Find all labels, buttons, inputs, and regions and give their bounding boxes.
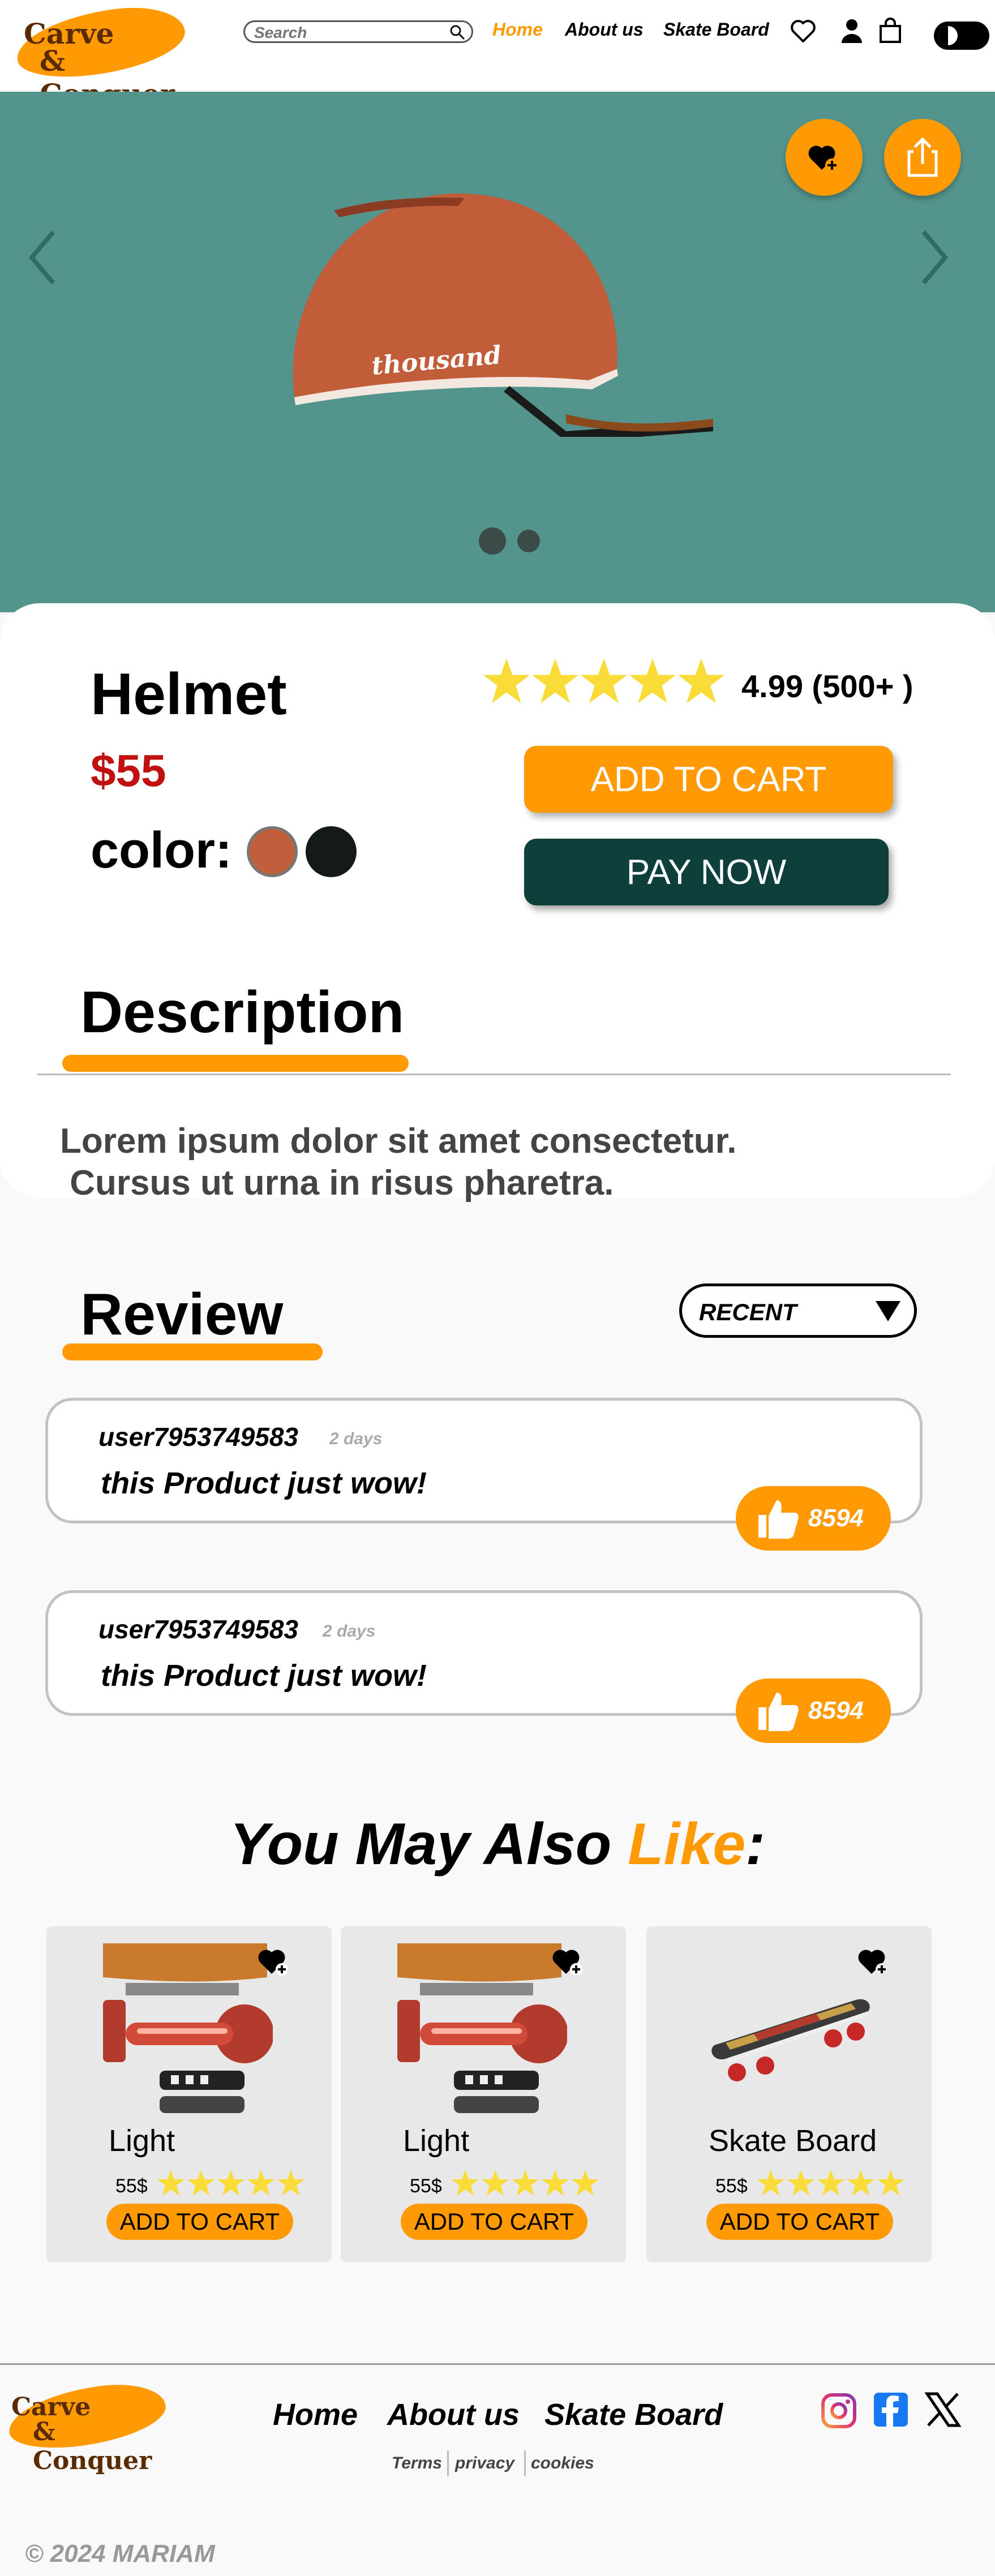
separator [524, 2450, 526, 2476]
like-button[interactable]: 8594 [736, 1486, 891, 1551]
product-card[interactable]: Light 55$ ADD TO CART [341, 1926, 626, 2262]
add-to-cart-button[interactable]: ADD TO CART [706, 2204, 893, 2240]
facebook-icon[interactable] [873, 2392, 909, 2428]
heart-plus-icon[interactable] [856, 1943, 892, 1980]
share-button[interactable] [884, 119, 961, 196]
heart-plus-icon[interactable] [550, 1943, 586, 1980]
review-title: Review [80, 1282, 284, 1347]
also-like-title: You May Also Like: [0, 1811, 995, 1878]
chevron-left-icon[interactable] [26, 226, 60, 289]
carousel-dot-active[interactable] [479, 527, 506, 555]
also-like-colon: : [745, 1811, 765, 1877]
nav-about[interactable]: About us [565, 19, 644, 40]
color-label: color: [91, 822, 233, 879]
product-title: Skate Board [709, 2124, 877, 2158]
footer-terms-link[interactable]: Terms [392, 2454, 442, 2473]
pay-now-button[interactable]: PAY NOW [524, 839, 889, 905]
theme-toggle[interactable] [933, 20, 990, 51]
also-like-part1: You May Also [230, 1811, 628, 1877]
carousel-dot[interactable] [517, 530, 540, 552]
like-count: 8594 [808, 1504, 864, 1532]
product-price: 55$ [115, 2175, 148, 2197]
footer-brand-logo[interactable]: Carve & Conquer [5, 2377, 174, 2475]
divider [37, 1074, 951, 1075]
footer-cookies-link[interactable]: cookies [531, 2454, 594, 2473]
thumbs-up-icon [758, 1693, 799, 1731]
product-card[interactable]: Skate Board 55$ ADD TO CART [646, 1926, 932, 2262]
product-title: Light [403, 2124, 470, 2158]
light-product-image [397, 1943, 567, 2113]
share-icon [907, 137, 938, 177]
skateboard-product-image [711, 1999, 870, 2081]
chevron-right-icon[interactable] [917, 226, 951, 289]
brand-logo[interactable]: Carve & Conquer [12, 0, 203, 111]
description-line1: Lorem ipsum dolor sit amet consectetur. [60, 1122, 737, 1161]
product-title: Light [109, 2124, 175, 2158]
star-icon [629, 658, 676, 703]
search-input[interactable] [253, 23, 442, 42]
footer-link-home[interactable]: Home [273, 2397, 358, 2432]
wishlist-add-button[interactable] [786, 119, 863, 196]
description-text: Lorem ipsum dolor sit amet consectetur. … [60, 1120, 737, 1204]
thumbs-up-icon [758, 1500, 799, 1539]
nav-skate-board[interactable]: Skate Board [663, 19, 769, 40]
light-product-image [103, 1943, 273, 2113]
heart-plus-icon [808, 145, 839, 172]
star-icon [531, 658, 579, 703]
caret-down-icon [876, 1301, 900, 1321]
rating-stars [452, 2170, 599, 2196]
x-twitter-icon[interactable] [925, 2392, 961, 2428]
add-to-cart-button[interactable]: ADD TO CART [401, 2204, 587, 2240]
add-to-cart-button[interactable]: ADD TO CART [524, 746, 893, 813]
review-user[interactable]: user7953749583 [98, 1614, 298, 1645]
user-icon[interactable] [838, 17, 866, 45]
shopping-bag-icon[interactable] [876, 17, 904, 45]
search-bar [243, 20, 473, 43]
footer-privacy-link[interactable]: privacy [455, 2454, 514, 2473]
product-price: 55$ [715, 2175, 748, 2197]
review-user[interactable]: user7953749583 [98, 1422, 298, 1452]
color-swatch-black[interactable] [306, 826, 357, 877]
description-underline [62, 1055, 409, 1072]
review-time: 2 days [323, 1622, 376, 1641]
instagram-icon[interactable] [821, 2393, 857, 2429]
search-icon[interactable] [449, 24, 466, 41]
star-icon [580, 658, 628, 703]
add-to-cart-button[interactable]: ADD TO CART [106, 2204, 293, 2240]
sort-dropdown[interactable]: RECENT [679, 1283, 917, 1338]
like-count: 8594 [808, 1697, 864, 1724]
also-like-highlight: Like [628, 1811, 746, 1877]
description-line2: Cursus ut urna in risus pharetra. [60, 1164, 614, 1203]
review-underline [62, 1343, 323, 1360]
rating-stars [757, 2170, 904, 2196]
star-icon [677, 658, 725, 703]
helmet-image: thousand [293, 193, 713, 437]
rating-stars [157, 2170, 304, 2196]
logo-line2: & Conquer [33, 2418, 152, 2475]
footer-link-about[interactable]: About us [387, 2397, 520, 2432]
star-icon [483, 658, 530, 703]
heart-icon[interactable] [789, 17, 817, 45]
nav-home[interactable]: Home [492, 19, 543, 40]
review-text: this Product just wow! [101, 1659, 427, 1693]
copyright-text: © 2024 MARIAM [25, 2540, 215, 2568]
color-swatch-orange[interactable] [247, 826, 298, 877]
product-price: $55 [91, 745, 166, 796]
product-name: Helmet [91, 662, 287, 727]
review-time: 2 days [329, 1429, 383, 1448]
footer-link-skate[interactable]: Skate Board [544, 2397, 723, 2432]
sort-label: RECENT [699, 1299, 797, 1325]
footer-divider [0, 2363, 995, 2365]
description-title: Description [80, 980, 405, 1045]
heart-plus-icon[interactable] [256, 1943, 292, 1980]
product-card[interactable]: Light 55$ ADD TO CART [46, 1926, 332, 2262]
product-price: 55$ [410, 2175, 442, 2197]
review-text: this Product just wow! [101, 1466, 427, 1500]
rating-text: 4.99 (500+ ) [741, 668, 913, 704]
like-button[interactable]: 8594 [736, 1678, 891, 1743]
separator [447, 2450, 449, 2476]
